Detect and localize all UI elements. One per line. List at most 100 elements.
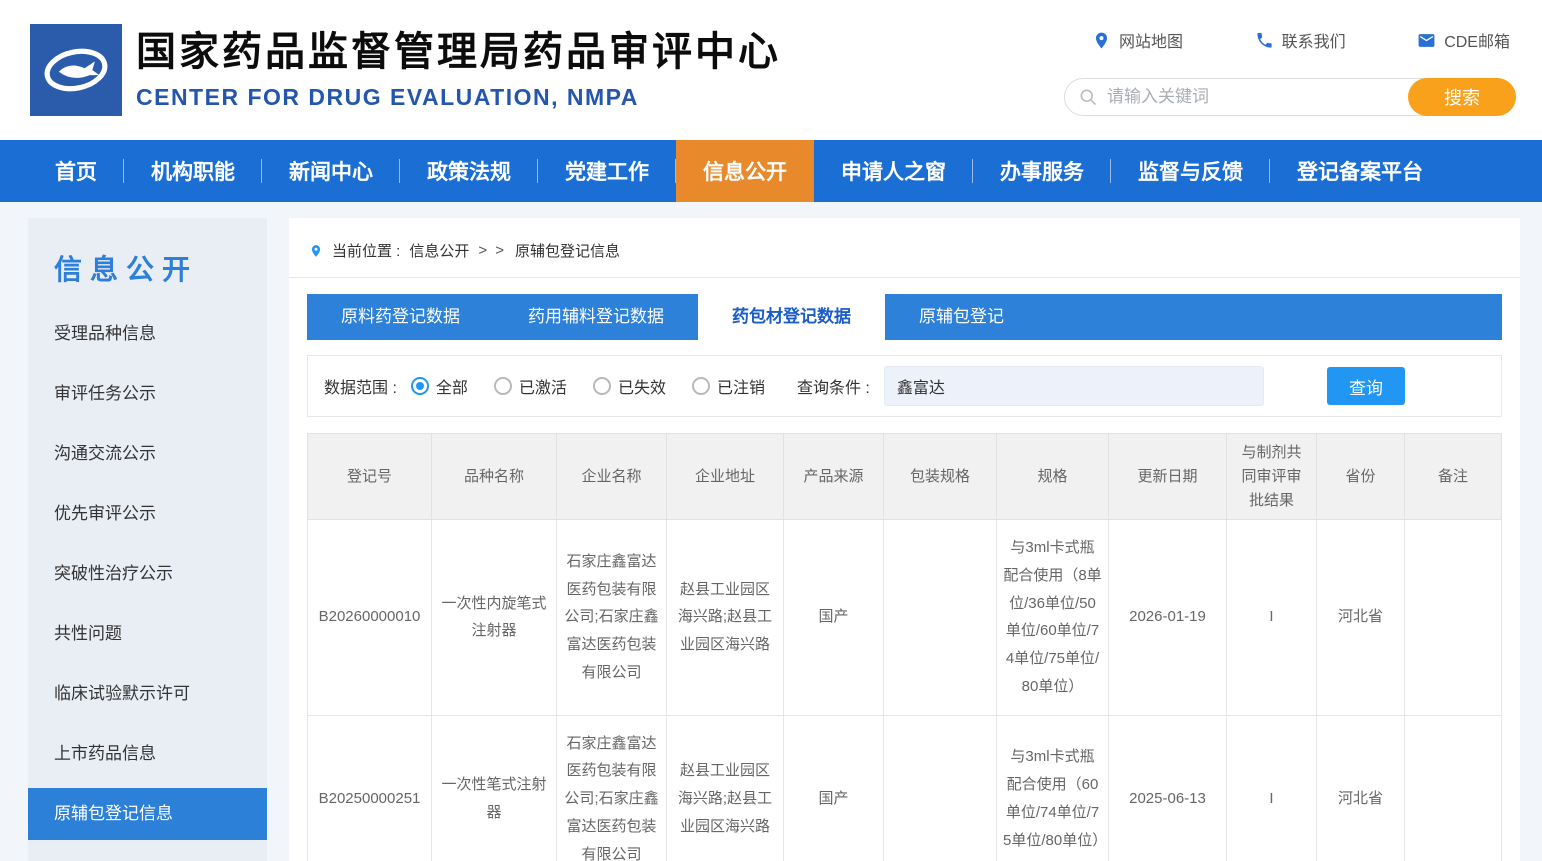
radio-icon [411, 377, 429, 395]
nav-item-info-disclosure[interactable]: 信息公开 [676, 140, 814, 202]
radio-expired[interactable]: 已失效 [593, 374, 666, 398]
radio-all[interactable]: 全部 [411, 374, 468, 398]
nav-item-services[interactable]: 办事服务 [973, 140, 1111, 202]
cell-variety-name: 一次性内旋笔式注射器 [432, 520, 557, 716]
cell-product-source: 国产 [784, 520, 884, 716]
nav-item-news[interactable]: 新闻中心 [262, 140, 400, 202]
link-cde-mail[interactable]: CDE邮箱 [1417, 28, 1510, 52]
breadcrumb-divider [289, 277, 1520, 278]
link-site-map[interactable]: 网站地图 [1092, 28, 1183, 52]
cell-update-date: 2026-01-19 [1109, 520, 1227, 716]
tab-excipient-registration[interactable]: 药用辅料登记数据 [494, 294, 698, 340]
fish-swirl-icon [33, 27, 119, 113]
col-packaging-spec: 包装规格 [884, 434, 997, 520]
header-right: 网站地图 联系我们 CDE邮箱 搜索 [1064, 28, 1516, 116]
radio-icon [593, 377, 611, 395]
nav-item-supervision-feedback[interactable]: 监督与反馈 [1111, 140, 1270, 202]
cell-company-address: 赵县工业园区海兴路;赵县工业园区海兴路 [667, 715, 784, 861]
nav-item-applicant-window[interactable]: 申请人之窗 [814, 140, 973, 202]
col-joint-review-result: 与制剂共同审评审批结果 [1227, 434, 1317, 520]
radio-activated[interactable]: 已激活 [494, 374, 567, 398]
cell-packaging-spec [884, 520, 997, 716]
main-panel: 当前位置 : 信息公开 > > 原辅包登记信息 原料药登记数据 药用辅料登记数据… [289, 218, 1520, 861]
cell-product-source: 国产 [784, 715, 884, 861]
site-header: 国家药品监督管理局药品审评中心 CENTER FOR DRUG EVALUATI… [0, 0, 1542, 140]
sidebar-item-breakthrough-therapy[interactable]: 突破性治疗公示 [28, 544, 267, 604]
cell-province: 河北省 [1317, 520, 1405, 716]
sidebar: 信息公开 受理品种信息 审评任务公示 沟通交流公示 优先审评公示 突破性治疗公示… [28, 218, 267, 861]
breadcrumb-section[interactable]: 信息公开 [409, 240, 469, 261]
content: 信息公开 受理品种信息 审评任务公示 沟通交流公示 优先审评公示 突破性治疗公示… [0, 202, 1542, 861]
cell-province: 河北省 [1317, 715, 1405, 861]
cell-company-name: 石家庄鑫富达医药包装有限公司;石家庄鑫富达医药包装有限公司 [557, 715, 667, 861]
nav-item-party-building[interactable]: 党建工作 [538, 140, 676, 202]
nav-item-home[interactable]: 首页 [28, 140, 124, 202]
col-update-date: 更新日期 [1109, 434, 1227, 520]
nav-item-registration-platform[interactable]: 登记备案平台 [1270, 140, 1450, 202]
sidebar-item-review-tasks[interactable]: 审评任务公示 [28, 364, 267, 424]
sidebar-item-raw-aux-pack-registration[interactable]: 原辅包登记信息 [28, 788, 267, 840]
org-subtitle: CENTER FOR DRUG EVALUATION, NMPA [136, 84, 781, 111]
cell-packaging-spec [884, 715, 997, 861]
tab-api-registration[interactable]: 原料药登记数据 [307, 294, 494, 340]
breadcrumb-current[interactable]: 原辅包登记信息 [515, 240, 620, 261]
dataset-tabs: 原料药登记数据 药用辅料登记数据 药包材登记数据 原辅包登记 [307, 294, 1502, 340]
radio-cancelled[interactable]: 已注销 [692, 374, 765, 398]
sidebar-item-clinical-trial-license[interactable]: 临床试验默示许可 [28, 664, 267, 724]
col-company-name: 企业名称 [557, 434, 667, 520]
col-variety-name: 品种名称 [432, 434, 557, 520]
col-company-address: 企业地址 [667, 434, 784, 520]
sidebar-item-accepted-varieties[interactable]: 受理品种信息 [28, 304, 267, 364]
org-titles: 国家药品监督管理局药品审评中心 CENTER FOR DRUG EVALUATI… [136, 29, 781, 111]
table-row: B20260000010 一次性内旋笔式注射器 石家庄鑫富达医药包装有限公司;石… [308, 520, 1502, 716]
scope-label: 数据范围 : [324, 374, 397, 398]
link-label: CDE邮箱 [1444, 28, 1510, 52]
sidebar-item-common-issues[interactable]: 共性问题 [28, 604, 267, 664]
nav-item-policies[interactable]: 政策法规 [400, 140, 538, 202]
phone-icon [1255, 31, 1274, 50]
cell-variety-name: 一次性笔式注射器 [432, 715, 557, 861]
link-contact-us[interactable]: 联系我们 [1255, 28, 1346, 52]
sidebar-title: 信息公开 [28, 248, 267, 288]
query-condition-input[interactable] [884, 366, 1264, 406]
search-button[interactable]: 搜索 [1408, 78, 1516, 116]
org-title: 国家药品监督管理局药品审评中心 [136, 29, 781, 75]
cell-update-date: 2025-06-13 [1109, 715, 1227, 861]
radio-icon [692, 377, 710, 395]
magnifier-icon [1078, 87, 1098, 107]
table-row: B20250000251 一次性笔式注射器 石家庄鑫富达医药包装有限公司;石家庄… [308, 715, 1502, 861]
sidebar-item-marketed-drugs[interactable]: 上市药品信息 [28, 724, 267, 784]
tab-packaging-registration[interactable]: 药包材登记数据 [698, 294, 885, 340]
cell-company-name: 石家庄鑫富达医药包装有限公司;石家庄鑫富达医药包装有限公司 [557, 520, 667, 716]
query-label: 查询条件 : [797, 374, 870, 398]
link-label: 网站地图 [1119, 28, 1183, 52]
main-nav: 首页 机构职能 新闻中心 政策法规 党建工作 信息公开 申请人之窗 办事服务 监… [0, 140, 1542, 202]
col-registration-no: 登记号 [308, 434, 432, 520]
location-pin-icon [309, 242, 323, 260]
cell-company-address: 赵县工业园区海兴路;赵县工业园区海兴路 [667, 520, 784, 716]
cell-spec: 与3ml卡式瓶配合使用（8单位/36单位/50单位/60单位/74单位/75单位… [997, 520, 1109, 716]
envelope-icon [1417, 31, 1436, 50]
table-header-row: 登记号 品种名称 企业名称 企业地址 产品来源 包装规格 规格 更新日期 与制剂… [308, 434, 1502, 520]
registration-table: 登记号 品种名称 企业名称 企业地址 产品来源 包装规格 规格 更新日期 与制剂… [307, 433, 1502, 861]
brand: 国家药品监督管理局药品审评中心 CENTER FOR DRUG EVALUATI… [30, 24, 781, 116]
header-searchbar: 搜索 [1064, 78, 1516, 116]
filter-bar: 数据范围 : 全部 已激活 已失效 已注销 查询条件 : 查询 [307, 355, 1502, 417]
radio-icon [494, 377, 512, 395]
query-button[interactable]: 查询 [1327, 367, 1405, 405]
sidebar-item-drug-catalog[interactable]: 药品目录集信息 [28, 844, 267, 861]
sidebar-item-communication[interactable]: 沟通交流公示 [28, 424, 267, 484]
breadcrumb: 当前位置 : 信息公开 > > 原辅包登记信息 [307, 234, 1502, 277]
cell-remark [1405, 715, 1502, 861]
cell-remark [1405, 520, 1502, 716]
cell-joint-review-result: I [1227, 520, 1317, 716]
breadcrumb-prefix: 当前位置 : [332, 240, 400, 261]
sidebar-item-priority-review[interactable]: 优先审评公示 [28, 484, 267, 544]
tab-raw-aux-pack[interactable]: 原辅包登记 [885, 294, 1038, 340]
nav-item-functions[interactable]: 机构职能 [124, 140, 262, 202]
cell-joint-review-result: I [1227, 715, 1317, 861]
col-remark: 备注 [1405, 434, 1502, 520]
col-product-source: 产品来源 [784, 434, 884, 520]
link-label: 联系我们 [1282, 28, 1346, 52]
utility-links: 网站地图 联系我们 CDE邮箱 [1064, 28, 1516, 52]
